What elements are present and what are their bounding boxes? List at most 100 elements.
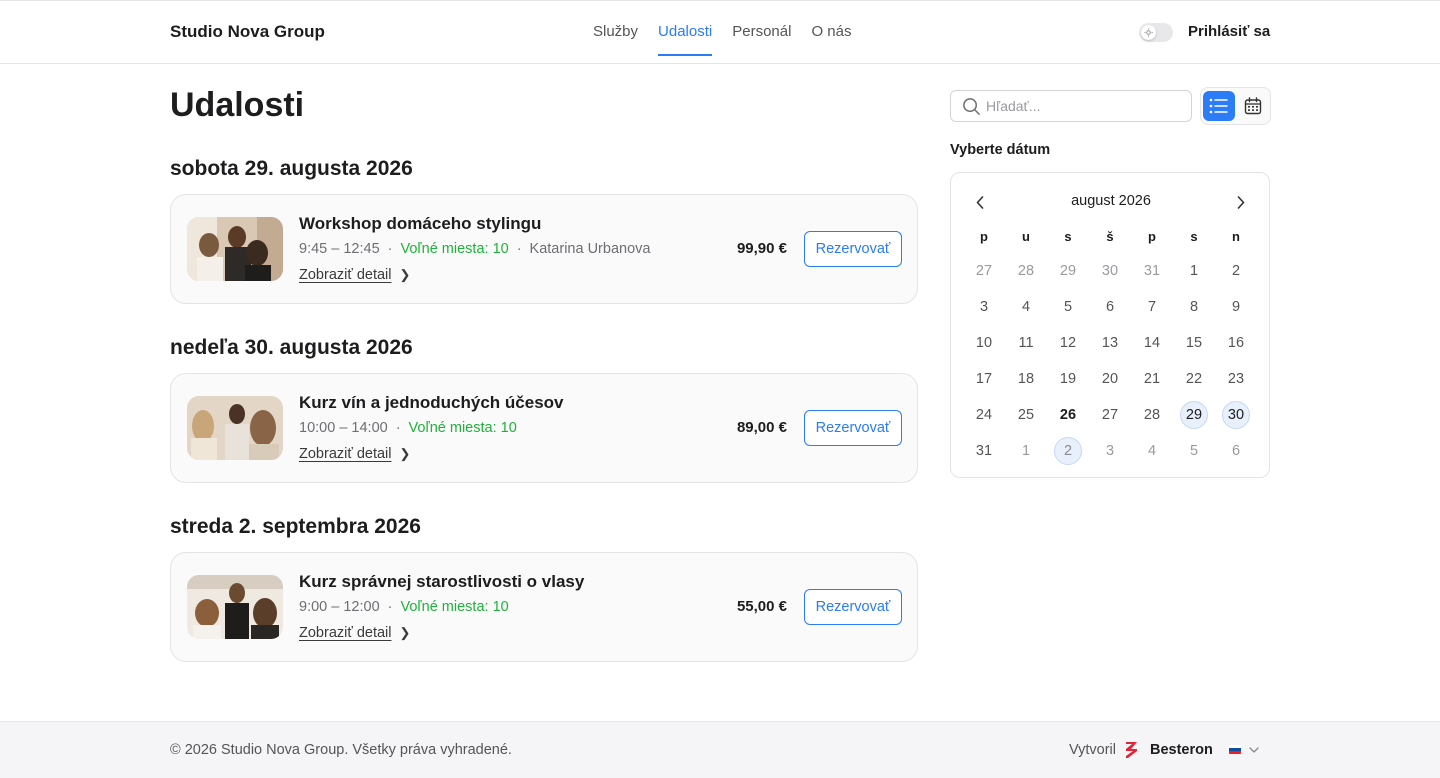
- calendar-day[interactable]: 12: [1047, 325, 1089, 361]
- calendar-day[interactable]: 11: [1005, 325, 1047, 361]
- calendar-day[interactable]: 31: [1131, 253, 1173, 289]
- calendar-day-with-event[interactable]: 2: [1047, 433, 1089, 469]
- event-price: 99,90 €: [736, 240, 787, 257]
- calendar-day[interactable]: 10: [963, 325, 1005, 361]
- event-detail-link[interactable]: Zobraziť detail ❯: [299, 446, 410, 462]
- calendar-day[interactable]: 21: [1131, 361, 1173, 397]
- nav-item-o-nas[interactable]: O nás: [811, 1, 851, 64]
- calendar-day[interactable]: 4: [1131, 433, 1173, 469]
- main-nav: Služby Udalosti Personál O nás: [593, 1, 871, 64]
- calendar-day[interactable]: 3: [963, 289, 1005, 325]
- calendar-day[interactable]: 1: [1173, 253, 1215, 289]
- calendar-day[interactable]: 22: [1173, 361, 1215, 397]
- calendar-day[interactable]: 3: [1089, 433, 1131, 469]
- calendar-day[interactable]: 1: [1005, 433, 1047, 469]
- weekday-label: s: [1190, 229, 1198, 244]
- calendar-day[interactable]: 6: [1089, 289, 1131, 325]
- brand-name[interactable]: Studio Nova Group: [170, 22, 325, 42]
- calendar-day[interactable]: 29: [1047, 253, 1089, 289]
- reserve-button[interactable]: Rezervovať: [804, 231, 902, 267]
- calendar-day[interactable]: 9: [1215, 289, 1257, 325]
- calendar-day[interactable]: 16: [1215, 325, 1257, 361]
- calendar-day-number: 2: [1231, 263, 1241, 279]
- calendar-day-number: 29: [1180, 401, 1208, 429]
- event-thumbnail[interactable]: [187, 396, 283, 460]
- calendar-day[interactable]: 13: [1089, 325, 1131, 361]
- calendar-day[interactable]: 20: [1089, 361, 1131, 397]
- calendar-day[interactable]: 28: [1131, 397, 1173, 433]
- nav-item-sluzby[interactable]: Služby: [593, 1, 638, 64]
- calendar-day[interactable]: 2: [1215, 253, 1257, 289]
- calendar-day[interactable]: 30: [1089, 253, 1131, 289]
- chevron-down-icon: [1249, 746, 1259, 753]
- event-detail-link[interactable]: Zobraziť detail ❯: [299, 625, 410, 641]
- chevron-right-icon: [1237, 195, 1245, 209]
- reserve-button[interactable]: Rezervovať: [804, 589, 902, 625]
- calendar-day-number: 25: [1017, 407, 1035, 423]
- calendar-day-grid: 27 28 29 30 31 1 2 3 4 5 6 7 8 9 10 11 12 13 14 15 16 17 18 19 2…: [963, 253, 1257, 469]
- reserve-button[interactable]: Rezervovať: [804, 410, 902, 446]
- login-link[interactable]: Prihlásiť sa: [1188, 23, 1270, 40]
- list-view-button[interactable]: [1203, 91, 1235, 121]
- event-free-spots: Voľné miesta: 10: [408, 420, 517, 436]
- nav-item-udalosti[interactable]: Udalosti: [658, 1, 713, 64]
- calendar-day-number: 19: [1059, 371, 1077, 387]
- calendar-day-number: 28: [1017, 263, 1035, 279]
- event-card: Kurz vín a jednoduchých účesov 10:00 – 1…: [170, 373, 918, 483]
- event-detail-label: Zobraziť detail: [299, 625, 392, 641]
- calendar-day-number: 7: [1147, 299, 1157, 315]
- search-icon: [963, 98, 980, 115]
- calendar-day-with-event[interactable]: 30: [1215, 397, 1257, 433]
- calendar-day[interactable]: 14: [1131, 325, 1173, 361]
- calendar-day[interactable]: 31: [963, 433, 1005, 469]
- calendar-day-number: 31: [975, 443, 993, 459]
- calendar-day[interactable]: 8: [1173, 289, 1215, 325]
- calendar-month-label: august 2026: [1071, 193, 1151, 209]
- calendar-day[interactable]: 4: [1005, 289, 1047, 325]
- calendar-day[interactable]: 19: [1047, 361, 1089, 397]
- separator-dot: ·: [516, 241, 522, 257]
- besteron-logo-icon[interactable]: [1125, 741, 1139, 759]
- calendar-day[interactable]: 26: [1047, 397, 1089, 433]
- nav-item-personal[interactable]: Personál: [732, 1, 791, 64]
- calendar-day[interactable]: 24: [963, 397, 1005, 433]
- day-heading: sobota 29. augusta 2026: [170, 157, 413, 180]
- besteron-link[interactable]: Besteron: [1150, 742, 1213, 758]
- calendar-day[interactable]: 25: [1005, 397, 1047, 433]
- calendar-day-number: 5: [1189, 443, 1199, 459]
- language-selector[interactable]: [1229, 745, 1259, 754]
- weekday-label: s: [1064, 229, 1072, 244]
- event-title: Kurz správnej starostlivosti o vlasy: [299, 572, 585, 591]
- calendar-day[interactable]: 27: [1089, 397, 1131, 433]
- calendar-day[interactable]: 5: [1173, 433, 1215, 469]
- calendar-day[interactable]: 7: [1131, 289, 1173, 325]
- calendar-view-button[interactable]: [1237, 91, 1269, 121]
- next-month-button[interactable]: [1231, 193, 1251, 211]
- event-detail-link[interactable]: Zobraziť detail ❯: [299, 267, 410, 283]
- event-thumbnail[interactable]: [187, 575, 283, 639]
- calendar-day[interactable]: 27: [963, 253, 1005, 289]
- separator-dot: ·: [387, 241, 393, 257]
- calendar-day-number: 30: [1101, 263, 1119, 279]
- calendar-day[interactable]: 28: [1005, 253, 1047, 289]
- calendar-day[interactable]: 23: [1215, 361, 1257, 397]
- calendar-day-number: 13: [1101, 335, 1119, 351]
- copyright-text: © 2026 Studio Nova Group. Všetky práva v…: [170, 742, 512, 758]
- calendar-day-number: 20: [1101, 371, 1119, 387]
- calendar-day[interactable]: 18: [1005, 361, 1047, 397]
- calendar-day[interactable]: 17: [963, 361, 1005, 397]
- theme-toggle[interactable]: [1139, 23, 1173, 42]
- calendar-day-with-event[interactable]: 29: [1173, 397, 1215, 433]
- event-meta: 9:00 – 12:00 · Voľné miesta: 10: [299, 599, 509, 615]
- search-input[interactable]: [986, 95, 1181, 117]
- calendar-day[interactable]: 15: [1173, 325, 1215, 361]
- event-thumbnail[interactable]: [187, 217, 283, 281]
- calendar-weekdays: p u s š p s n: [963, 229, 1257, 244]
- calendar-day[interactable]: 5: [1047, 289, 1089, 325]
- search-box: [950, 90, 1192, 122]
- weekday-label: n: [1232, 229, 1240, 244]
- site-footer: © 2026 Studio Nova Group. Všetky práva v…: [0, 721, 1440, 778]
- calendar-day[interactable]: 6: [1215, 433, 1257, 469]
- calendar-day-number: 10: [975, 335, 993, 351]
- calendar-day-number: 2: [1054, 437, 1082, 465]
